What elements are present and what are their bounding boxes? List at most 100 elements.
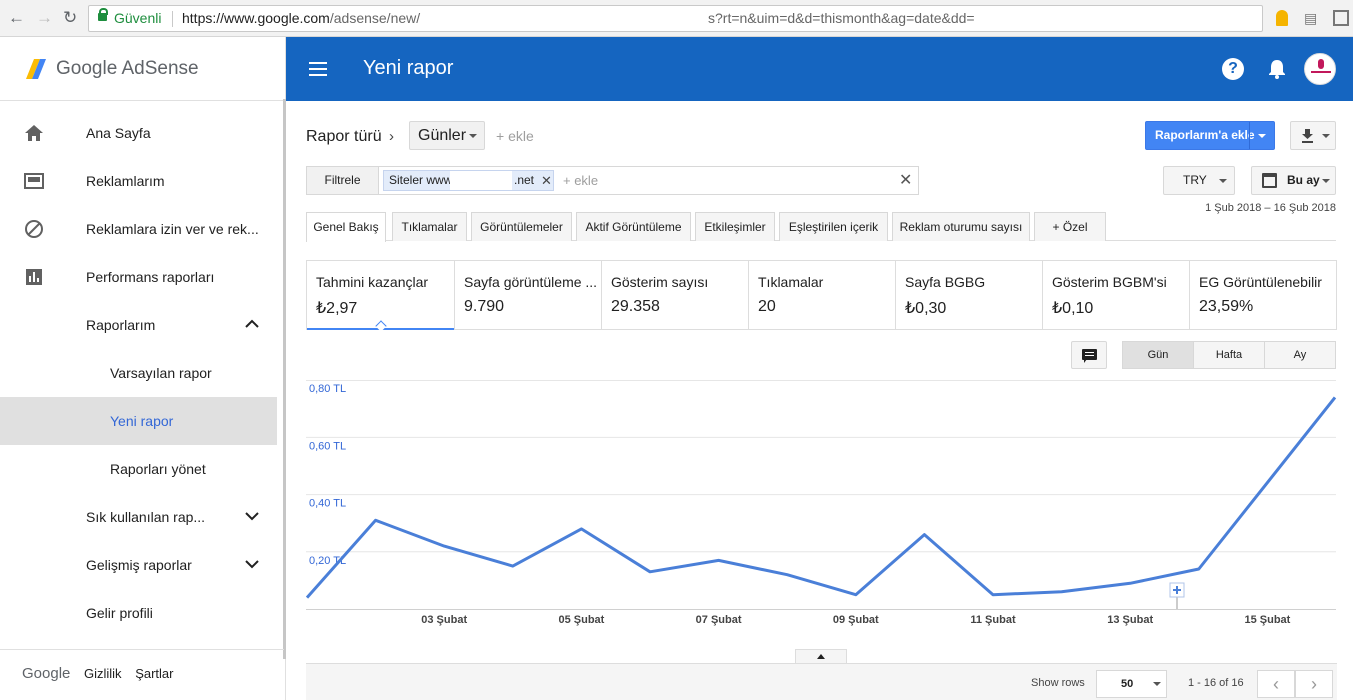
- address-bar[interactable]: Güvenli https://www.google.com/adsense/n…: [88, 5, 1263, 32]
- help-icon[interactable]: ?: [1222, 58, 1244, 80]
- currency-select[interactable]: TRY: [1163, 166, 1235, 195]
- crosshair-marker: [1169, 582, 1185, 609]
- dimension-value: Günler: [418, 127, 467, 144]
- metric-value: 9.790: [464, 298, 505, 315]
- x-axis-labels: 03 Şubat 05 Şubat 07 Şubat 09 Şubat 11 Şubat…: [421, 614, 1290, 626]
- extension-icon[interactable]: ▤: [1304, 10, 1320, 26]
- sidebar-item-default-report[interactable]: Varsayılan rapor: [0, 349, 277, 397]
- bar-chart-icon: [26, 269, 42, 285]
- clear-filters-icon[interactable]: ✕: [899, 170, 912, 190]
- url-query: s?rt=n&uim=d&d=thismonth&ag=date&dd=: [708, 10, 975, 26]
- metric-value: 29.358: [611, 298, 660, 315]
- calendar-icon: [1262, 173, 1277, 188]
- sidebar-divider: [0, 100, 284, 101]
- filter-chip[interactable]: Siteler www .net ✕: [383, 170, 554, 191]
- sidebar-item-performance-reports[interactable]: Performans raporları: [0, 253, 277, 301]
- metric-active-view-viewable[interactable]: EG Görüntülenebilir 23,59%: [1189, 261, 1336, 329]
- sidebar-item-my-ads[interactable]: Reklamlarım: [0, 157, 277, 205]
- dropdown-caret-icon: [1322, 134, 1330, 138]
- page-range-label: 1 - 16 of 16: [1188, 677, 1244, 689]
- metric-clicks[interactable]: Tıklamalar 20: [748, 261, 895, 329]
- metric-tiles: Tahmini kazançlar ₺2,97 Sayfa görüntülem…: [306, 260, 1337, 332]
- add-dimension-button[interactable]: + ekle: [496, 128, 534, 144]
- date-range-select[interactable]: Bu ay: [1251, 166, 1336, 195]
- download-button[interactable]: [1290, 121, 1336, 150]
- chevron-left-icon: ‹: [1273, 674, 1279, 694]
- chevron-up-icon: [245, 319, 259, 328]
- collapse-chart-button[interactable]: [795, 649, 847, 664]
- menu-icon[interactable]: [309, 62, 327, 76]
- google-wordmark: Google: [22, 665, 71, 682]
- dimension-select[interactable]: Günler: [409, 121, 485, 150]
- close-icon[interactable]: ✕: [541, 171, 552, 190]
- forward-icon[interactable]: →: [36, 9, 53, 27]
- previous-page-button[interactable]: ‹: [1257, 670, 1295, 698]
- sidebar-item-new-report[interactable]: Yeni rapor: [0, 397, 277, 445]
- metric-impressions[interactable]: Gösterim sayısı 29.358: [601, 261, 748, 329]
- notifications-icon[interactable]: [1266, 58, 1288, 80]
- chevron-right-icon: ›: [389, 128, 394, 145]
- metric-label: Sayfa BGBG: [905, 274, 986, 290]
- avatar[interactable]: [1304, 53, 1336, 85]
- collapse-arrow-icon: [817, 654, 825, 659]
- tab-custom[interactable]: + Özel: [1034, 212, 1106, 241]
- tab-views[interactable]: Görüntülemeler: [471, 212, 572, 241]
- ad-unit-icon: [24, 173, 44, 189]
- add-to-my-reports-button[interactable]: Raporlarım'a ekle: [1145, 121, 1275, 150]
- next-page-button[interactable]: ›: [1295, 670, 1333, 698]
- annotations-button[interactable]: [1071, 341, 1107, 369]
- filter-button[interactable]: Filtrele: [307, 167, 379, 194]
- tab-matched-content[interactable]: Eşleştirilen içerik: [779, 212, 888, 241]
- earnings-line-chart[interactable]: 0,20 TL0,40 TL0,60 TL0,80 TL 03 Şubat 05 …: [306, 380, 1337, 630]
- sidebar-item-common-reports[interactable]: Sık kullanılan rap...: [0, 493, 277, 541]
- metric-impression-rpm[interactable]: Gösterim BGBM'si ₺0,10: [1042, 261, 1189, 329]
- privacy-link[interactable]: Gizlilik: [84, 666, 122, 681]
- url-host: https://www.google.com: [182, 10, 330, 26]
- terms-link[interactable]: Şartlar: [135, 666, 173, 681]
- add-filter-button[interactable]: + ekle: [563, 173, 598, 188]
- redacted-mask: [450, 171, 512, 190]
- sidebar-item-allow-block-ads[interactable]: Reklamlara izin ver ve rek...: [0, 205, 277, 253]
- table-pager: Show rows 50 1 - 16 of 16 ‹ ›: [306, 663, 1337, 700]
- metric-value: ₺2,97: [316, 300, 358, 317]
- x-tick-label: 05 Şubat: [558, 614, 604, 626]
- rows-per-page-select[interactable]: 50: [1096, 670, 1167, 698]
- tab-interactions[interactable]: Etkileşimler: [695, 212, 775, 241]
- sidebar-item-label: Gelişmiş raporlar: [86, 557, 192, 573]
- tab-active-view[interactable]: Aktif Görüntüleme: [576, 212, 691, 241]
- y-tick-label: 0,80 TL: [309, 383, 346, 395]
- y-tick-label: 0,40 TL: [309, 498, 346, 510]
- sidebar-divider: [0, 649, 284, 650]
- metric-page-rpm[interactable]: Sayfa BGBG ₺0,30: [895, 261, 1042, 329]
- extension-icon[interactable]: [1333, 10, 1349, 26]
- granularity-week[interactable]: Hafta: [1193, 341, 1265, 369]
- series-line: [306, 396, 1337, 599]
- sidebar-item-my-reports[interactable]: Raporlarım: [0, 301, 277, 349]
- sidebar-scrollbar[interactable]: [283, 99, 286, 659]
- metric-page-views[interactable]: Sayfa görüntüleme ... 9.790: [454, 261, 601, 329]
- chevron-right-icon: ›: [1311, 674, 1317, 694]
- sidebar-item-revenue-profile[interactable]: Gelir profili: [0, 589, 277, 637]
- sidebar-item-manage-reports[interactable]: Raporları yönet: [0, 445, 277, 493]
- sidebar-item-label: Yeni rapor: [110, 413, 174, 429]
- tab-ad-sessions[interactable]: Reklam oturumu sayısı: [892, 212, 1030, 241]
- sidebar-item-label: Performans raporları: [86, 269, 215, 285]
- tab-clicks[interactable]: Tıklamalar: [392, 212, 467, 241]
- tab-overview[interactable]: Genel Bakış: [306, 212, 386, 242]
- extension-icon[interactable]: [1276, 10, 1288, 26]
- y-axis-labels: 0,20 TL0,40 TL0,60 TL0,80 TL: [309, 383, 346, 567]
- sidebar-item-label: Gelir profili: [86, 605, 153, 621]
- sidebar-item-label: Raporları yönet: [110, 461, 206, 477]
- filter-chip-prefix: Siteler www: [389, 173, 453, 187]
- metric-estimated-earnings[interactable]: Tahmini kazançlar ₺2,97: [307, 260, 454, 332]
- secure-label: Güvenli: [114, 10, 162, 26]
- sidebar-item-home[interactable]: Ana Sayfa: [0, 109, 277, 157]
- dropdown-caret-icon[interactable]: [1258, 134, 1266, 138]
- sidebar-item-advanced-reports[interactable]: Gelişmiş raporlar: [0, 541, 277, 589]
- reload-icon[interactable]: ↻: [63, 9, 77, 27]
- back-icon[interactable]: ←: [8, 9, 25, 27]
- date-preset-value: Bu ay: [1287, 173, 1320, 187]
- home-icon: [25, 125, 43, 141]
- granularity-day[interactable]: Gün: [1122, 341, 1194, 369]
- granularity-month[interactable]: Ay: [1264, 341, 1336, 369]
